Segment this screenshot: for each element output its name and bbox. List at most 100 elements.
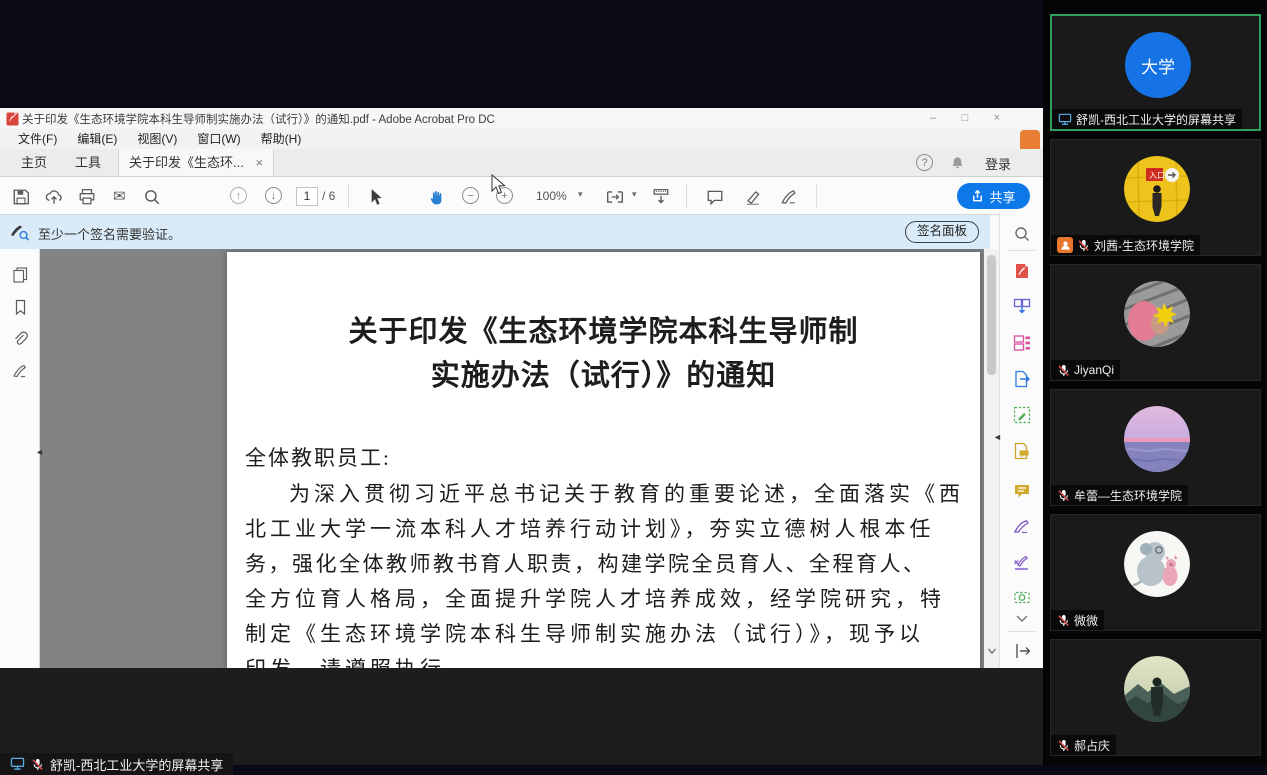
menu-bar: 文件(F) 编辑(E) 视图(V) 窗口(W) 帮助(H)	[0, 129, 1043, 149]
export-pdf-icon[interactable]	[1013, 370, 1031, 388]
attachments-icon[interactable]	[12, 331, 29, 348]
search-tool-icon[interactable]	[1013, 225, 1031, 243]
page-number-input[interactable]: 1	[296, 187, 318, 206]
mic-muted-icon	[31, 758, 44, 771]
edit-pdf-icon[interactable]	[1013, 406, 1031, 424]
participant-name: 郝占庆	[1074, 737, 1110, 754]
chevron-down-icon[interactable]	[1013, 614, 1031, 624]
participant-tile[interactable]: 微微	[1050, 514, 1261, 631]
participant-name: 牟蕾—生态环境学院	[1074, 487, 1182, 504]
doc-body-line: 务，强化全体教师教书育人职责，构建学院全员育人、全程育人、	[245, 548, 927, 578]
vertical-scrollbar[interactable]	[984, 249, 999, 668]
fit-width-icon[interactable]	[606, 188, 624, 206]
menu-view[interactable]: 视图(V)	[127, 129, 187, 149]
login-button[interactable]: 登录	[985, 154, 1011, 173]
zoom-level-value[interactable]: 100%	[536, 189, 567, 203]
more-tools-icon[interactable]	[1013, 588, 1031, 606]
participant-name-bar: 刘茜-生态环境学院	[1051, 235, 1200, 255]
signature-notification-bar: 至少一个签名需要验证。 签名面板	[0, 215, 990, 249]
tools-panel	[999, 212, 1043, 668]
page-display-icon[interactable]	[652, 188, 670, 206]
combine-files-icon[interactable]	[1013, 298, 1031, 316]
window-title: 关于印发《生态环境学院本科生导师制实施办法（试行）》的通知.pdf - Adob…	[22, 111, 495, 127]
monitor-icon	[1058, 113, 1072, 126]
avatar	[1124, 281, 1190, 347]
signature-panel-button[interactable]: 签名面板	[905, 221, 979, 243]
maximize-button[interactable]: □	[952, 108, 978, 129]
bell-icon[interactable]	[950, 155, 965, 171]
participant-tile[interactable]: 牟蕾—生态环境学院	[1050, 389, 1261, 506]
participant-tile[interactable]: JiyanQi	[1050, 264, 1261, 381]
scrollbar-thumb[interactable]	[987, 255, 996, 375]
doc-body-line: 印发，请遵照执行	[245, 653, 445, 668]
tab-close-icon[interactable]: ×	[255, 155, 263, 170]
mic-muted-icon	[1057, 489, 1070, 502]
menu-window[interactable]: 窗口(W)	[187, 129, 250, 149]
participant-tile[interactable]: 入口 刘茜-生态环境学院	[1050, 139, 1261, 256]
menu-edit[interactable]: 编辑(E)	[67, 129, 127, 149]
minimize-button[interactable]: –	[920, 108, 946, 129]
comment-icon[interactable]	[706, 188, 724, 206]
create-pdf-icon[interactable]	[1013, 262, 1031, 280]
avatar: 大学	[1125, 32, 1191, 98]
mic-muted-icon	[1057, 739, 1070, 752]
avatar	[1124, 406, 1190, 472]
save-icon[interactable]	[12, 188, 30, 206]
expand-panel-icon[interactable]	[1013, 642, 1031, 660]
email-icon[interactable]: ✉	[113, 188, 131, 206]
nav-pane-collapse-handle[interactable]: ◄	[35, 447, 44, 457]
document-area: ◄ 关于印发《生态环境学院本科生导师制 实施办法（试行）》的通知 全体教职员工:…	[0, 249, 984, 668]
tab-document[interactable]: 关于印发《生态环... ×	[118, 149, 274, 176]
page-thumbnails-icon[interactable]	[12, 266, 29, 283]
participant-tile[interactable]: 大学 舒凯-西北工业大学的屏幕共享	[1050, 14, 1261, 131]
signatures-icon[interactable]	[12, 363, 29, 380]
tab-home[interactable]: 主页	[8, 149, 60, 176]
zoom-dropdown-icon[interactable]: ▾	[578, 189, 583, 200]
comment-bubble-icon[interactable]	[1013, 482, 1031, 500]
participant-name-bar: 舒凯-西北工业大学的屏幕共享	[1052, 109, 1242, 129]
mic-muted-icon	[1077, 239, 1090, 252]
sign-pen-icon[interactable]	[780, 188, 798, 206]
scroll-down-icon[interactable]	[987, 647, 997, 655]
zoom-out-icon[interactable]: −	[462, 187, 479, 204]
share-button[interactable]: 共享	[957, 183, 1030, 209]
doc-title-line2: 实施办法（试行）》的通知	[227, 352, 980, 394]
tab-tools[interactable]: 工具	[62, 149, 114, 176]
print-icon[interactable]	[78, 188, 96, 206]
search-icon[interactable]	[143, 188, 161, 206]
certificates-icon[interactable]	[1013, 554, 1031, 572]
participant-name: 微微	[1074, 612, 1098, 629]
participant-name: JiyanQi	[1074, 363, 1114, 377]
fill-sign-icon[interactable]	[1013, 518, 1031, 536]
menu-help[interactable]: 帮助(H)	[251, 129, 312, 149]
select-tool-icon[interactable]	[366, 188, 384, 206]
comment-page-icon[interactable]	[1013, 442, 1031, 460]
doc-body-line: 全方位育人格局，全面提升学院人才培养成效，经学院研究，特	[245, 583, 945, 613]
highlighter-icon[interactable]	[744, 188, 762, 206]
menu-file[interactable]: 文件(F)	[8, 129, 67, 149]
svg-text:入口: 入口	[1149, 171, 1165, 180]
signature-verify-icon	[10, 223, 30, 241]
doc-body-line: 制定《生态环境学院本科生导师制实施办法（试行）》，现予以	[245, 618, 924, 648]
participant-tile[interactable]: 郝占庆	[1050, 639, 1261, 756]
mic-muted-icon	[1057, 364, 1070, 377]
next-page-icon[interactable]: ↓	[265, 187, 282, 204]
participant-name-bar: 微微	[1051, 610, 1104, 630]
avatar	[1124, 531, 1190, 597]
hand-tool-icon[interactable]	[428, 188, 446, 206]
right-panel-collapse-handle[interactable]: ◄	[993, 432, 1002, 442]
participant-name-bar: JiyanQi	[1051, 360, 1120, 380]
doc-title-line1: 关于印发《生态环境学院本科生导师制	[227, 308, 980, 350]
participant-name-bar: 郝占庆	[1051, 735, 1116, 755]
avatar: 入口	[1124, 156, 1190, 222]
fit-dropdown-icon[interactable]: ▾	[632, 189, 637, 200]
doc-body-line: 全体教职员工:	[245, 442, 391, 472]
close-button[interactable]: ×	[984, 108, 1010, 129]
cloud-upload-icon[interactable]	[45, 188, 63, 206]
organize-pages-icon[interactable]	[1013, 334, 1031, 352]
pdf-page: 关于印发《生态环境学院本科生导师制 实施办法（试行）》的通知 全体教职员工: 为…	[227, 252, 980, 668]
bookmarks-icon[interactable]	[12, 299, 29, 316]
participant-name-bar: 牟蕾—生态环境学院	[1051, 485, 1188, 505]
previous-page-icon[interactable]: ↑	[230, 187, 247, 204]
help-icon[interactable]: ?	[916, 154, 933, 171]
